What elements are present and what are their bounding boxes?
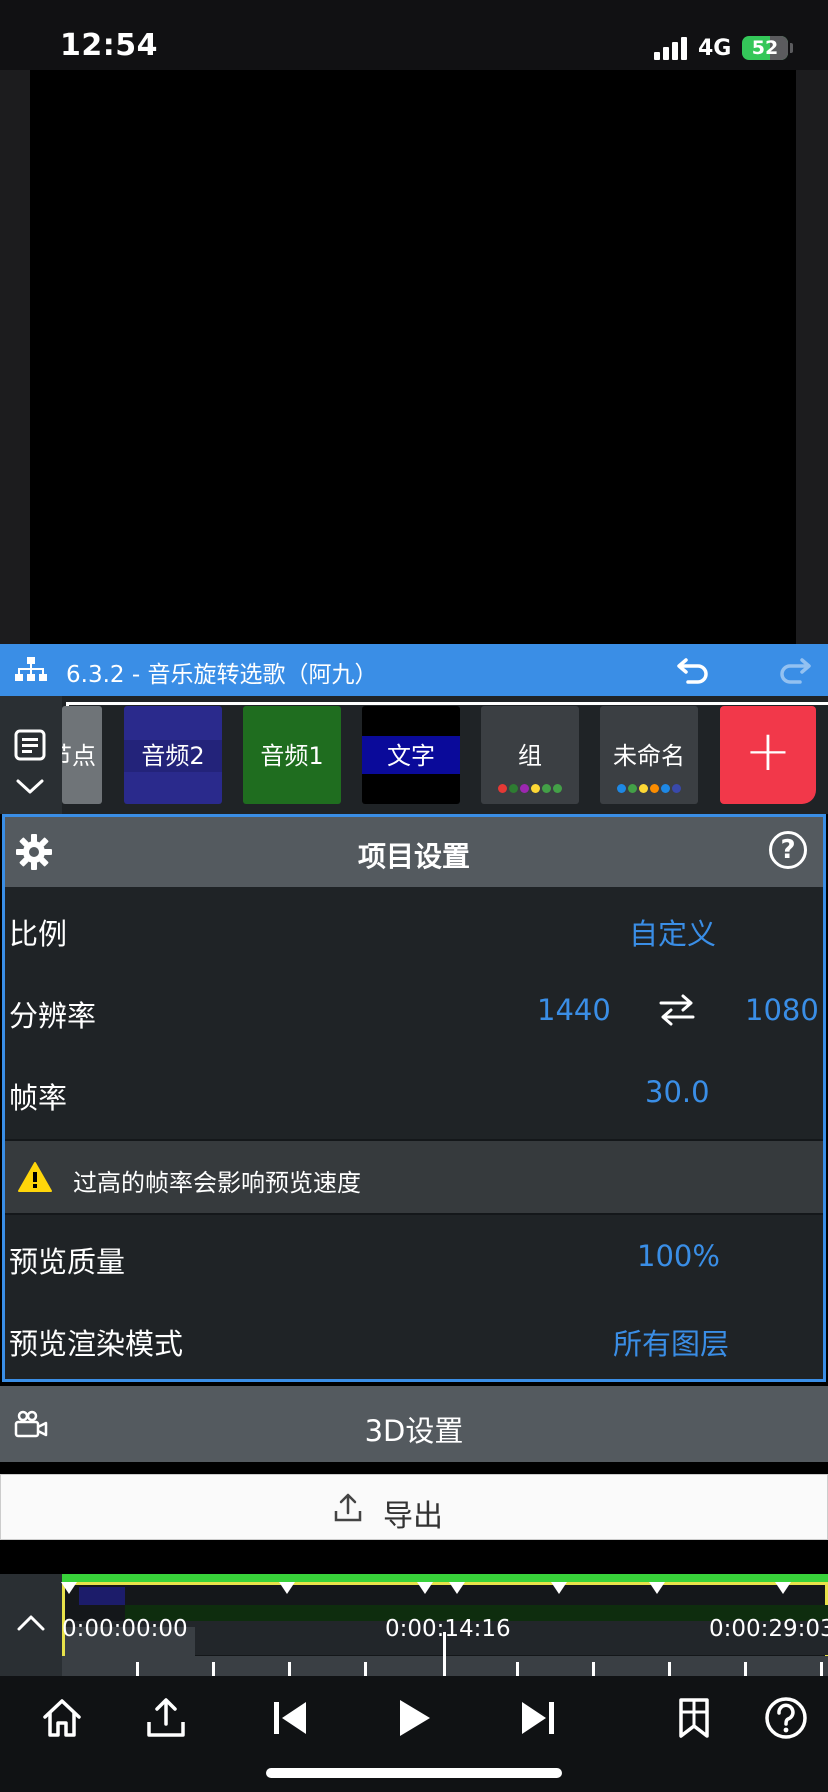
project-title-bar: 6.3.2 - 音乐旋转选歌（阿九）	[0, 644, 828, 696]
settings-header: 项目设置 ?	[5, 817, 823, 887]
layer-color-dots	[481, 778, 579, 797]
bookmark-icon[interactable]	[672, 1696, 716, 1740]
warning-icon	[18, 1162, 52, 1192]
help-icon[interactable]: ?	[769, 831, 807, 869]
layer-tile-audio2[interactable]: 音频2	[124, 706, 222, 804]
resolution-width[interactable]: 1440	[537, 993, 611, 1027]
redo-icon[interactable]	[776, 654, 812, 686]
color-dot	[661, 784, 670, 793]
home-indicator	[266, 1768, 562, 1778]
timeline-marker[interactable]	[417, 1582, 433, 1594]
ratio-label: 比例	[9, 917, 68, 951]
add-layer-button[interactable]: +	[720, 706, 816, 804]
color-dot	[617, 784, 626, 793]
chevron-up-icon[interactable]	[16, 1612, 46, 1634]
3d-settings-label: 3D设置	[364, 1414, 464, 1448]
timeline-marker[interactable]	[61, 1582, 77, 1594]
plus-icon: +	[744, 719, 792, 784]
signal-icon	[654, 36, 688, 60]
resolution-height[interactable]: 1080	[745, 993, 819, 1027]
3d-settings-button[interactable]: 3D设置	[0, 1386, 828, 1462]
color-dot	[672, 784, 681, 793]
network-type: 4G	[698, 36, 732, 61]
timeline-progress-bar	[62, 1574, 828, 1582]
chevron-down-icon[interactable]	[14, 774, 46, 798]
color-dot	[650, 784, 659, 793]
layer-tile-text[interactable]: 文字	[362, 706, 460, 804]
resolution-label: 分辨率	[9, 999, 97, 1033]
document-list-icon[interactable]	[13, 728, 47, 762]
layer-tile-label: 音频1	[260, 742, 324, 770]
layer-tile-label: 音频2	[141, 742, 205, 770]
settings-title: 项目设置	[357, 840, 470, 873]
share-icon[interactable]	[144, 1696, 188, 1740]
timeline-marker[interactable]	[551, 1582, 567, 1594]
preview-quality-label: 预览质量	[9, 1245, 126, 1279]
undo-icon[interactable]	[676, 654, 712, 686]
timeline-marker[interactable]	[775, 1582, 791, 1594]
layer-tile-label: 文字	[387, 742, 435, 770]
warning-text: 过高的帧率会影响预览速度	[73, 1169, 361, 1197]
render-mode-label: 预览渲染模式	[9, 1327, 184, 1361]
ratio-value[interactable]: 自定义	[629, 911, 716, 953]
upload-icon	[334, 1493, 362, 1522]
color-dot	[628, 784, 637, 793]
status-time: 12:54	[60, 28, 158, 63]
project-settings-panel: 项目设置 ? 比例 自定义 分辨率 1440 1080 帧率 30.0 过高的帧…	[2, 814, 826, 1382]
hierarchy-icon[interactable]	[14, 656, 48, 684]
color-dot	[498, 784, 507, 793]
export-button[interactable]: 导出	[0, 1474, 828, 1540]
home-icon[interactable]	[40, 1696, 84, 1740]
timecode-start: 0:00:00:00	[62, 1616, 188, 1642]
timecode-end: 0:00:29:03	[709, 1616, 828, 1642]
help-icon[interactable]	[764, 1696, 808, 1740]
framerate-label: 帧率	[9, 1081, 68, 1115]
color-dot	[531, 784, 540, 793]
preview-canvas[interactable]	[30, 70, 796, 644]
layer-tile-node[interactable]: 节点	[62, 706, 102, 804]
color-dot	[542, 784, 551, 793]
render-mode-value[interactable]: 所有图层	[613, 1321, 729, 1363]
project-title: 6.3.2 - 音乐旋转选歌（阿九）	[66, 662, 378, 688]
layer-tile-group[interactable]: 组	[481, 706, 579, 804]
color-dot	[553, 784, 562, 793]
layer-color-dots	[600, 778, 698, 797]
layer-tile-label: 组	[518, 742, 542, 770]
battery-icon: 52	[742, 36, 788, 60]
framerate-warning: 过高的帧率会影响预览速度	[5, 1139, 823, 1215]
play-icon[interactable]	[392, 1696, 436, 1740]
swap-icon[interactable]	[657, 993, 697, 1027]
battery-level: 52	[751, 37, 779, 59]
playhead[interactable]	[443, 1632, 446, 1676]
layer-tile-label: 未命名	[613, 742, 685, 770]
timeline-marker[interactable]	[449, 1582, 465, 1594]
timeline-marker[interactable]	[279, 1582, 295, 1594]
status-bar: 12:54 4G 52	[0, 0, 828, 70]
layer-tile-audio1[interactable]: 音频1	[243, 706, 341, 804]
timeline-marker[interactable]	[649, 1582, 665, 1594]
skip-to-start-icon[interactable]	[268, 1696, 312, 1740]
color-dot	[509, 784, 518, 793]
preview-quality-value[interactable]: 100%	[637, 1239, 720, 1273]
layer-tile-unnamed[interactable]: 未命名	[600, 706, 698, 804]
framerate-value[interactable]: 30.0	[645, 1075, 710, 1109]
timecode-current: 0:00:14:16	[385, 1616, 511, 1642]
color-dot	[639, 784, 648, 793]
export-label: 导出	[383, 1499, 443, 1534]
skip-to-end-icon[interactable]	[516, 1696, 560, 1740]
layer-tile-label: 节点	[62, 742, 96, 770]
color-dot	[520, 784, 529, 793]
